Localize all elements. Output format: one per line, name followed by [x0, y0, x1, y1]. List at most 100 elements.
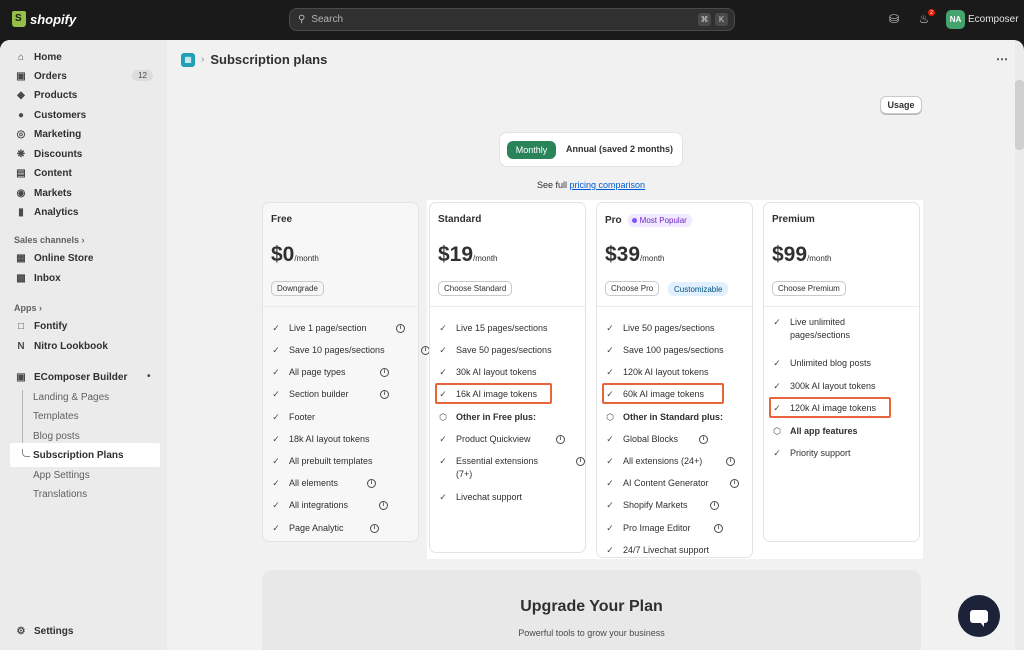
- feature-row: ✓ All elements i: [271, 477, 416, 490]
- info-icon[interactable]: i: [714, 524, 723, 533]
- sidebar-item-customers[interactable]: ● Customers: [9, 106, 159, 125]
- check-icon: ✓: [773, 358, 781, 368]
- ecomposer-app-icon[interactable]: ▦: [181, 52, 195, 67]
- choose-plan-button[interactable]: Choose Pro: [605, 281, 660, 296]
- sub-item-blog-posts[interactable]: Blog posts: [33, 431, 80, 442]
- feature-row: ✓ 30k AI layout tokens: [438, 366, 583, 379]
- more-dot-icon[interactable]: •: [147, 371, 151, 382]
- sub-item-templates[interactable]: Templates: [33, 411, 79, 422]
- image-tokens-highlight: [769, 397, 891, 418]
- shopify-logo[interactable]: shopify: [12, 11, 76, 27]
- sales-channels-label[interactable]: Sales channels ›: [14, 235, 85, 245]
- choose-plan-button[interactable]: Choose Premium: [772, 281, 846, 296]
- image-tokens-highlight: [602, 383, 724, 404]
- fontify-icon: □: [17, 321, 25, 332]
- info-icon[interactable]: i: [576, 457, 585, 466]
- check-icon: ✓: [439, 323, 447, 333]
- info-icon[interactable]: i: [730, 479, 739, 488]
- chat-button[interactable]: [958, 595, 1000, 637]
- sidebar-item-settings[interactable]: ⚙ Settings: [9, 622, 159, 641]
- feature-text: Other in Standard plus:: [623, 412, 724, 422]
- feature-text: Unlimited blog posts: [790, 358, 872, 368]
- info-icon[interactable]: i: [380, 368, 389, 377]
- plan-card-pro: Pro Most Popular $39/month Choose Pro Custom…: [596, 202, 753, 558]
- sidebar: ⌂ Home ▣ Orders 12 ◆ Products ● Customers ◎ Ma…: [0, 40, 166, 650]
- most-popular-badge: Most Popular: [627, 214, 692, 227]
- sidebar-item-markets[interactable]: ◉ Markets: [9, 184, 159, 203]
- feature-row: ⬡ Other in Standard plus:: [605, 411, 750, 424]
- scrollbar[interactable]: [1015, 80, 1024, 150]
- sub-item-landing-pages[interactable]: Landing & Pages: [33, 392, 109, 403]
- pricing-comparison-link[interactable]: pricing comparison: [570, 180, 646, 190]
- sidebar-item-ecomposer-builder[interactable]: ▣ EComposer Builder: [9, 368, 159, 387]
- check-icon: ✓: [272, 478, 280, 488]
- feature-text: Save 100 pages/sections: [623, 345, 724, 355]
- info-icon[interactable]: i: [370, 524, 379, 533]
- feature-row: ✓ Livechat support: [438, 491, 583, 504]
- check-icon: ✓: [439, 492, 447, 502]
- info-icon[interactable]: i: [367, 479, 376, 488]
- sidebar-item-orders[interactable]: ▣ Orders 12: [9, 67, 159, 86]
- annual-option[interactable]: Annual (saved 2 months): [566, 144, 673, 154]
- sidebar-item-fontify[interactable]: □ Fontify: [9, 317, 159, 336]
- feature-row: ✓ Live 50 pages/sections: [605, 322, 750, 335]
- apps-label[interactable]: Apps ›: [14, 303, 42, 313]
- sidebar-item-discounts[interactable]: ❋ Discounts: [9, 145, 159, 164]
- check-icon: ✓: [439, 434, 447, 444]
- sidebar-item-analytics[interactable]: ▮ Analytics: [9, 203, 159, 222]
- feature-row: ✓ Unlimited blog posts: [772, 357, 917, 370]
- check-icon: ✓: [439, 367, 447, 377]
- more-actions-icon[interactable]: ⋯: [996, 52, 1008, 66]
- sidebar-item-marketing[interactable]: ◎ Marketing: [9, 125, 159, 144]
- inbox-icon: ▩: [16, 273, 26, 284]
- feature-row: ✓ Section builder i: [271, 388, 416, 401]
- choose-plan-button[interactable]: Choose Standard: [438, 281, 513, 296]
- avatar[interactable]: NA: [946, 10, 965, 29]
- database-icon[interactable]: ⛁: [887, 12, 901, 26]
- chevron-right-icon: ›: [201, 54, 205, 65]
- info-icon[interactable]: i: [556, 435, 565, 444]
- sidebar-item-content[interactable]: ▤ Content: [9, 164, 159, 183]
- check-icon: ✓: [272, 345, 280, 355]
- feature-text: 120k AI layout tokens: [623, 367, 709, 377]
- cube-icon: ⬡: [439, 412, 447, 422]
- feature-row: ✓ Priority support: [772, 447, 917, 460]
- info-icon[interactable]: i: [380, 390, 389, 399]
- sub-item-subscription-plans[interactable]: Subscription Plans: [33, 450, 124, 461]
- sidebar-item-online-store[interactable]: ▦ Online Store: [9, 249, 159, 268]
- notification-count: 2: [928, 9, 935, 16]
- info-icon[interactable]: i: [396, 324, 405, 333]
- store-name[interactable]: Ecomposer: [968, 14, 1019, 25]
- info-icon[interactable]: i: [726, 457, 735, 466]
- check-icon: ✓: [272, 323, 280, 333]
- sidebar-item-nitro-lookbook[interactable]: N Nitro Lookbook: [9, 337, 159, 356]
- feature-row: ✓ Essential extensions (7+) i: [438, 455, 585, 481]
- sidebar-item-inbox[interactable]: ▩ Inbox: [9, 269, 159, 288]
- monthly-option[interactable]: Monthly: [507, 141, 556, 159]
- usage-button[interactable]: Usage: [880, 96, 922, 114]
- sub-item-translations[interactable]: Translations: [33, 489, 87, 500]
- info-icon[interactable]: i: [699, 435, 708, 444]
- info-icon[interactable]: i: [710, 501, 719, 510]
- check-icon: ✓: [606, 323, 614, 333]
- feature-text: Save 50 pages/sections: [456, 345, 552, 355]
- sidebar-item-home[interactable]: ⌂ Home: [9, 48, 159, 67]
- chat-bubble-icon: [970, 609, 988, 627]
- upgrade-section: Upgrade Your Plan Powerful tools to grow…: [262, 570, 921, 650]
- shopify-bag-icon: [12, 11, 26, 27]
- search-bar[interactable]: ⚲ Search ⌘ K: [289, 8, 735, 31]
- sub-item-app-settings[interactable]: App Settings: [33, 470, 90, 481]
- choose-plan-button[interactable]: Downgrade: [271, 281, 324, 296]
- price-period: /month: [640, 254, 665, 263]
- feature-row: ✓ Page Analytic i: [271, 522, 416, 535]
- cube-icon: ⬡: [606, 412, 614, 422]
- sidebar-item-products[interactable]: ◆ Products: [9, 86, 159, 105]
- feature-text: Live 1 page/section: [289, 323, 367, 333]
- tag-icon: ◆: [17, 90, 25, 101]
- feature-text: Other in Free plus:: [456, 412, 537, 422]
- plan-name: Pro Most Popular: [605, 214, 692, 227]
- check-icon: ✓: [272, 456, 280, 466]
- customizable-badge: Customizable: [668, 282, 729, 296]
- feature-text: 300k AI layout tokens: [790, 381, 876, 391]
- info-icon[interactable]: i: [379, 501, 388, 510]
